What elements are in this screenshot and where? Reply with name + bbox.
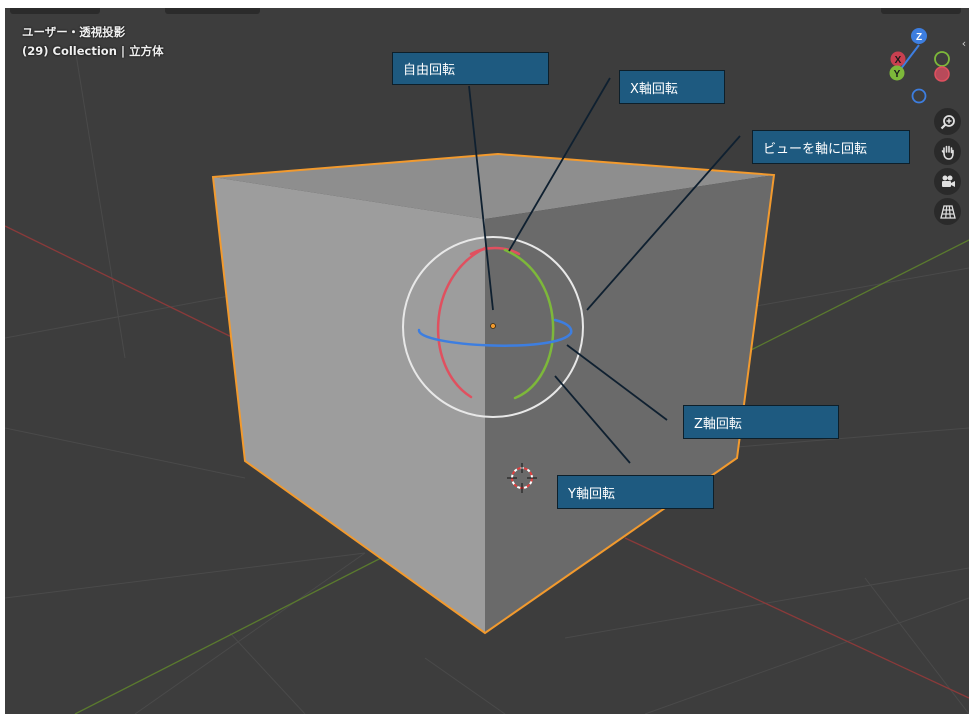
callout-free-rotate: 自由回転 bbox=[392, 52, 549, 85]
callout-view-axis-rotate: ビューを軸に回転 bbox=[752, 130, 910, 164]
camera-icon[interactable] bbox=[934, 168, 961, 195]
view-mode-label: ユーザー・透視投影 bbox=[22, 25, 126, 39]
pan-hand-icon[interactable] bbox=[934, 138, 961, 165]
callout-y-axis-rotate: Y軸回転 bbox=[557, 475, 714, 509]
y-axis-line bbox=[744, 239, 969, 354]
3d-viewport[interactable]: Z X Y ユーザー・透視投影 (29) Collection | 立方体 ‹ … bbox=[5, 8, 969, 714]
callout-z-axis-rotate: Z軸回転 bbox=[683, 405, 839, 439]
collection-object-label: (29) Collection | 立方体 bbox=[22, 44, 164, 58]
gizmo-neg-y-axis-icon bbox=[934, 51, 950, 67]
zoom-icon[interactable] bbox=[934, 108, 961, 135]
gizmo-neg-x-axis-icon bbox=[934, 66, 950, 82]
x-axis-line bbox=[624, 537, 969, 699]
gizmo-neg-z-axis-icon bbox=[911, 88, 927, 104]
viewport-scene: Z X Y bbox=[5, 28, 969, 714]
gizmo-x-label: X bbox=[895, 55, 902, 66]
x-axis-line bbox=[5, 225, 251, 347]
gizmo-z-label: Z bbox=[916, 32, 922, 43]
y-axis-line bbox=[74, 555, 386, 714]
gizmo-y-label: Y bbox=[894, 69, 901, 80]
grid-perspective-icon[interactable] bbox=[934, 198, 961, 225]
gizmo-center-dot bbox=[490, 323, 496, 329]
sidebar-toggle-icon[interactable]: ‹ bbox=[958, 34, 969, 52]
callout-x-axis-rotate: X軸回転 bbox=[619, 70, 725, 104]
